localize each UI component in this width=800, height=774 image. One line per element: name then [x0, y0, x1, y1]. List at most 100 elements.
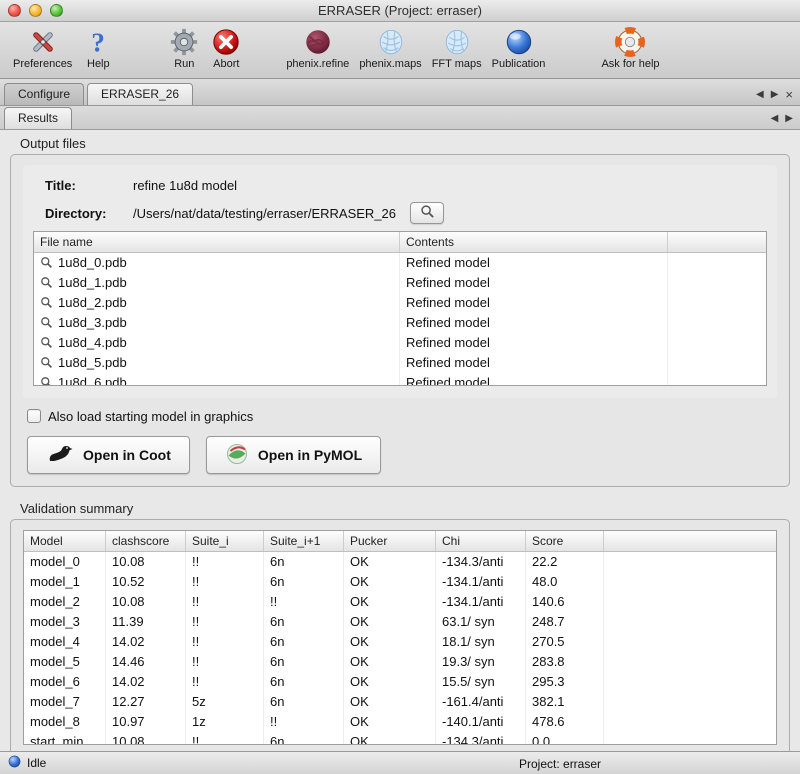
validation-cell: OK: [344, 572, 436, 592]
validation-cell: !!: [186, 612, 264, 632]
open-in-coot-button[interactable]: Open in Coot: [27, 436, 190, 474]
tab-erraser-26[interactable]: ERRASER_26: [87, 83, 193, 105]
directory-row: Directory: /Users/nat/data/testing/erras…: [33, 201, 767, 225]
toolbar-item-label: phenix.refine: [286, 58, 349, 70]
validation-column-header[interactable]: Suite_i+1: [264, 531, 344, 551]
open-in-pymol-button[interactable]: Open in PyMOL: [206, 436, 381, 474]
validation-cell: 14.46: [106, 652, 186, 672]
validation-cell: 11.39: [106, 612, 186, 632]
validation-column-header[interactable]: Suite_i: [186, 531, 264, 551]
file-name: 1u8d_4.pdb: [58, 335, 127, 350]
output-files-column-header[interactable]: Contents: [400, 232, 668, 252]
validation-column-header[interactable]: Score: [526, 531, 604, 551]
validation-cell: !!: [264, 712, 344, 732]
browse-directory-button[interactable]: [410, 202, 444, 224]
validation-cell: OK: [344, 592, 436, 612]
open-buttons-row: Open in Coot Open in PyMOL: [27, 436, 777, 474]
publication-icon: [503, 26, 535, 58]
toolbar-item-run[interactable]: Run: [163, 25, 205, 71]
tab-results-label: Results: [18, 111, 58, 125]
validation-column-header[interactable]: Pucker: [344, 531, 436, 551]
output-file-row[interactable]: 1u8d_3.pdbRefined model: [34, 313, 766, 333]
file-name: 1u8d_5.pdb: [58, 355, 127, 370]
tab-results[interactable]: Results: [4, 107, 72, 129]
minimize-window-button[interactable]: [29, 4, 42, 17]
validation-cell: 6n: [264, 692, 344, 712]
validation-table-body: model_010.08!!6nOK-134.3/anti22.2model_1…: [24, 552, 776, 744]
validation-row[interactable]: model_010.08!!6nOK-134.3/anti22.2: [24, 552, 776, 572]
output-file-row[interactable]: 1u8d_5.pdbRefined model: [34, 353, 766, 373]
validation-cell: 18.1/ syn: [436, 632, 526, 652]
subtab-scroll-right-icon[interactable]: ▶: [785, 114, 793, 124]
validation-row-filler: [604, 692, 776, 712]
file-row-filler: [668, 353, 766, 373]
load-starting-model-row: Also load starting model in graphics: [27, 408, 777, 424]
validation-cell: !!: [186, 552, 264, 572]
validation-cell: 19.3/ syn: [436, 652, 526, 672]
toolbar-item-ask-for-help[interactable]: Ask for help: [596, 25, 664, 71]
tab-scroll-left-icon[interactable]: ◀: [756, 90, 764, 100]
zoom-window-button[interactable]: [50, 4, 63, 17]
file-row-filler: [668, 333, 766, 353]
output-file-row[interactable]: 1u8d_0.pdbRefined model: [34, 253, 766, 273]
file-contents: Refined model: [400, 293, 668, 313]
close-window-button[interactable]: [8, 4, 21, 17]
tab-configure[interactable]: Configure: [4, 83, 84, 105]
open-in-coot-label: Open in Coot: [83, 447, 171, 463]
toolbar-item-abort[interactable]: Abort: [205, 25, 247, 71]
validation-row[interactable]: model_414.02!!6nOK18.1/ syn270.5: [24, 632, 776, 652]
validation-row[interactable]: model_110.52!!6nOK-134.1/anti48.0: [24, 572, 776, 592]
tab-scroll-right-icon[interactable]: ▶: [771, 90, 779, 100]
output-files-panel: Title: refine 1u8d model Directory: /Use…: [23, 165, 777, 398]
validation-cell: !!: [264, 592, 344, 612]
validation-row[interactable]: model_712.275z6nOK-161.4/anti382.1: [24, 692, 776, 712]
output-files-table-header: File nameContents: [34, 232, 766, 253]
validation-row-filler: [604, 732, 776, 744]
abort-icon: [210, 26, 242, 58]
validation-cell: 10.08: [106, 732, 186, 744]
validation-column-header[interactable]: Model: [24, 531, 106, 551]
file-row-filler: [668, 313, 766, 333]
toolbar-item-publication[interactable]: Publication: [487, 25, 551, 71]
file-name: 1u8d_3.pdb: [58, 315, 127, 330]
toolbar-item-label: phenix.maps: [359, 58, 421, 70]
tab-close-icon[interactable]: ×: [785, 90, 793, 100]
load-starting-model-checkbox[interactable]: [27, 409, 41, 423]
status-sphere-icon: [8, 755, 21, 771]
validation-cell: OK: [344, 692, 436, 712]
magnifier-icon: [40, 255, 53, 273]
validation-cell: 283.8: [526, 652, 604, 672]
validation-cell: model_7: [24, 692, 106, 712]
file-name-cell: 1u8d_5.pdb: [34, 353, 400, 373]
toolbar-item-phenix-maps[interactable]: phenix.maps: [354, 25, 426, 71]
validation-row-filler: [604, 612, 776, 632]
tab-erraser-26-label: ERRASER_26: [101, 87, 179, 101]
help-icon: ?: [82, 26, 114, 58]
toolbar-item-preferences[interactable]: Preferences: [8, 25, 77, 71]
subtab-scroll-left-icon[interactable]: ◀: [771, 114, 779, 124]
validation-row[interactable]: model_311.39!!6nOK63.1/ syn248.7: [24, 612, 776, 632]
status-bar: Idle Project: erraser: [0, 751, 800, 774]
output-file-row[interactable]: 1u8d_1.pdbRefined model: [34, 273, 766, 293]
validation-column-header[interactable]: clashscore: [106, 531, 186, 551]
output-file-row[interactable]: 1u8d_2.pdbRefined model: [34, 293, 766, 313]
toolbar-item-phenix-refine[interactable]: phenix.refine: [281, 25, 354, 71]
output-files-column-header[interactable]: File name: [34, 232, 400, 252]
validation-row[interactable]: start_min10.08!!6nOK-134.3/anti0.0: [24, 732, 776, 744]
magnifier-icon: [40, 375, 53, 385]
preferences-icon: [27, 26, 59, 58]
output-file-row[interactable]: 1u8d_6.pdbRefined model: [34, 373, 766, 385]
validation-cell: 0.0: [526, 732, 604, 744]
validation-row[interactable]: model_614.02!!6nOK15.5/ syn295.3: [24, 672, 776, 692]
validation-cell: 14.02: [106, 672, 186, 692]
validation-column-header[interactable]: Chi: [436, 531, 526, 551]
file-row-filler: [668, 253, 766, 273]
toolbar-item-help[interactable]: ?Help: [77, 25, 119, 71]
run-icon: [168, 26, 200, 58]
validation-row[interactable]: model_210.08!!!!OK-134.1/anti140.6: [24, 592, 776, 612]
output-file-row[interactable]: 1u8d_4.pdbRefined model: [34, 333, 766, 353]
validation-row[interactable]: model_514.46!!6nOK19.3/ syn283.8: [24, 652, 776, 672]
validation-row[interactable]: model_810.971z!!OK-140.1/anti478.6: [24, 712, 776, 732]
file-row-filler: [668, 273, 766, 293]
toolbar-item-fft-maps[interactable]: FFT maps: [427, 25, 487, 71]
